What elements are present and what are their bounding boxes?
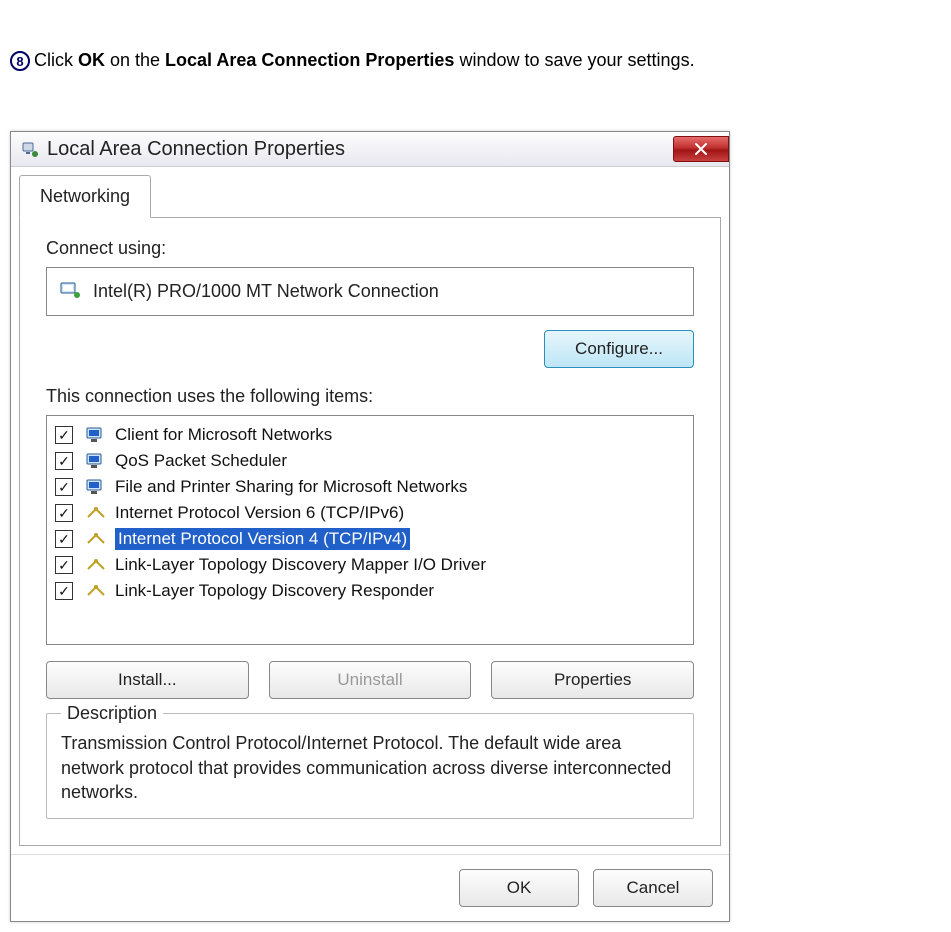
titlebar-left: Local Area Connection Properties xyxy=(21,138,345,161)
checkbox[interactable]: ✓ xyxy=(55,426,73,444)
properties-dialog: Local Area Connection Properties Network… xyxy=(10,131,730,922)
adapter-icon xyxy=(59,278,81,305)
list-item[interactable]: ✓ Link-Layer Topology Discovery Mapper I/… xyxy=(51,552,689,578)
list-item[interactable]: ✓ Internet Protocol Version 4 (TCP/IPv4) xyxy=(51,526,689,552)
checkbox[interactable]: ✓ xyxy=(55,530,73,548)
instr-mid: on the xyxy=(105,50,165,70)
items-label: This connection uses the following items… xyxy=(46,386,694,407)
list-item[interactable]: ✓ Client for Microsoft Networks xyxy=(51,422,689,448)
list-item-label: Internet Protocol Version 4 (TCP/IPv4) xyxy=(115,528,410,550)
uninstall-button: Uninstall xyxy=(269,661,472,699)
step-number-badge: 8 xyxy=(10,51,30,71)
dialog-title: Local Area Connection Properties xyxy=(47,138,345,161)
checkbox[interactable]: ✓ xyxy=(55,452,73,470)
list-item[interactable]: ✓ Link-Layer Topology Discovery Responder xyxy=(51,578,689,604)
list-item-label: Link-Layer Topology Discovery Mapper I/O… xyxy=(115,555,486,575)
service-icon xyxy=(85,450,107,472)
list-item[interactable]: ✓ QoS Packet Scheduler xyxy=(51,448,689,474)
close-button[interactable] xyxy=(673,136,729,162)
install-button[interactable]: Install... xyxy=(46,661,249,699)
list-item[interactable]: ✓ Internet Protocol Version 6 (TCP/IPv6) xyxy=(51,500,689,526)
tab-networking[interactable]: Networking xyxy=(19,175,151,218)
description-text: Transmission Control Protocol/Internet P… xyxy=(61,731,679,804)
description-legend: Description xyxy=(61,703,163,724)
list-item-label: File and Printer Sharing for Microsoft N… xyxy=(115,477,467,497)
connection-items-list[interactable]: ✓ Client for Microsoft Networks ✓ QoS Packe… xyxy=(46,415,694,645)
protocol-icon xyxy=(85,528,107,550)
checkbox[interactable]: ✓ xyxy=(55,478,73,496)
description-fieldset: Description Transmission Control Protoco… xyxy=(46,713,694,819)
tab-panel: Connect using: Intel(R) PRO/1000 MT Netw… xyxy=(19,218,721,846)
checkbox[interactable]: ✓ xyxy=(55,556,73,574)
protocol-icon xyxy=(85,502,107,524)
list-item-label: QoS Packet Scheduler xyxy=(115,451,287,471)
configure-button[interactable]: Configure... xyxy=(544,330,694,368)
protocol-icon xyxy=(85,580,107,602)
list-item-label: Internet Protocol Version 6 (TCP/IPv6) xyxy=(115,503,404,523)
tabstrip: Networking xyxy=(19,175,721,218)
adapter-box[interactable]: Intel(R) PRO/1000 MT Network Connection xyxy=(46,267,694,316)
protocol-icon xyxy=(85,554,107,576)
titlebar: Local Area Connection Properties xyxy=(11,132,729,167)
connect-using-label: Connect using: xyxy=(46,238,694,259)
instr-pre: Click xyxy=(34,50,78,70)
checkbox[interactable]: ✓ xyxy=(55,504,73,522)
instr-ok-word: OK xyxy=(78,50,105,70)
list-item-label: Link-Layer Topology Discovery Responder xyxy=(115,581,434,601)
instr-post: window to save your settings. xyxy=(454,50,694,70)
service-icon xyxy=(85,476,107,498)
ok-button[interactable]: OK xyxy=(459,869,579,907)
instruction-text: 8Click OK on the Local Area Connection P… xyxy=(10,50,941,71)
list-item-label: Client for Microsoft Networks xyxy=(115,425,332,445)
network-icon xyxy=(21,140,39,158)
list-item[interactable]: ✓ File and Printer Sharing for Microsoft … xyxy=(51,474,689,500)
adapter-name: Intel(R) PRO/1000 MT Network Connection xyxy=(93,281,439,302)
cancel-button[interactable]: Cancel xyxy=(593,869,713,907)
dialog-body: Networking Connect using: Intel(R) PRO/1… xyxy=(11,167,729,854)
service-icon xyxy=(85,424,107,446)
instr-window-name: Local Area Connection Properties xyxy=(165,50,454,70)
checkbox[interactable]: ✓ xyxy=(55,582,73,600)
properties-button[interactable]: Properties xyxy=(491,661,694,699)
dialog-footer: OK Cancel xyxy=(11,854,729,921)
